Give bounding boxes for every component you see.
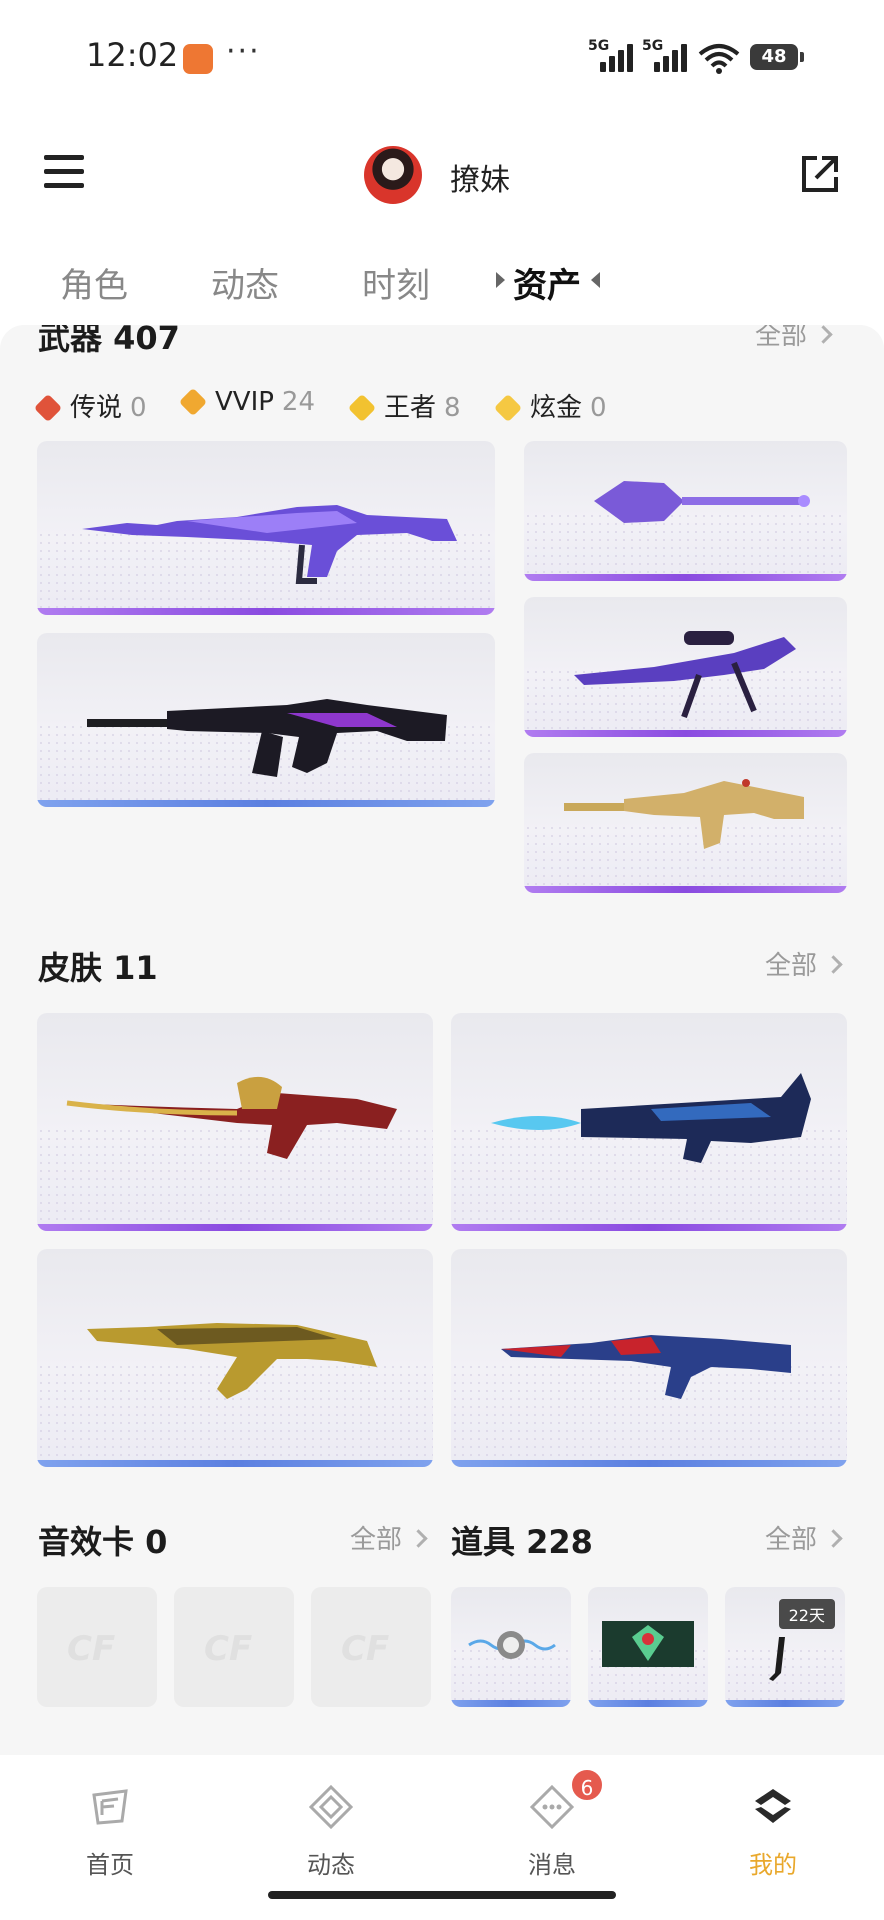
- clock: 12:02: [86, 36, 179, 74]
- rarity-legend: 传说 0: [33, 387, 147, 423]
- purple-rifle-image: [82, 505, 457, 584]
- signal-5g-icon: 5G: [588, 38, 638, 72]
- tab-indicator-left-icon: [496, 272, 505, 288]
- rarity-king: 王者 8: [347, 387, 461, 423]
- m4-rifle-image: [87, 699, 447, 777]
- nav-profile[interactable]: 我的: [718, 1775, 828, 1885]
- weapon-card-m4[interactable]: [37, 633, 495, 807]
- items-title: 道具 228: [451, 1523, 593, 1561]
- sound-card-placeholder: CF: [174, 1587, 294, 1707]
- dragon-ak-image: [66, 1076, 397, 1159]
- flag-ak-image: [501, 1335, 791, 1399]
- items-all-link[interactable]: 全部: [765, 1519, 840, 1556]
- voice-item-image: [468, 1631, 556, 1659]
- sound-cards-title: 音效卡 0: [38, 1523, 168, 1561]
- sound-card-placeholder: CF: [37, 1587, 157, 1707]
- purple-sniper-image: [574, 631, 796, 719]
- message-icon: [530, 1785, 574, 1829]
- rarity-vvip: VVIP 24: [178, 387, 315, 423]
- days-badge: 22天: [778, 1599, 835, 1629]
- tab-moments[interactable]: 时刻: [362, 258, 430, 307]
- gold-ak-image: [87, 1323, 377, 1399]
- blue-launcher-image: [491, 1073, 811, 1163]
- app-notification-icon: [183, 44, 213, 74]
- diamond-feed-icon: [309, 1785, 353, 1829]
- item-card-timed[interactable]: 22天: [725, 1587, 845, 1707]
- skin-card-flag-ak[interactable]: [451, 1249, 847, 1467]
- cf-logo-icon: CF: [341, 1629, 390, 1669]
- purple-shovel-image: [594, 481, 810, 523]
- avatar[interactable]: [364, 146, 422, 204]
- signal-5g-icon: 5G: [642, 38, 692, 72]
- skins-all-link[interactable]: 全部: [765, 945, 840, 982]
- tab-feed[interactable]: 动态: [211, 258, 279, 307]
- assets-panel: 武器 407 全部 传说 0 VVIP 24 王者 8 炫金 0 皮肤 11 全…: [0, 325, 884, 1755]
- rarity-gold: 炫金 0: [493, 387, 607, 423]
- nav-home[interactable]: 首页: [55, 1775, 165, 1885]
- gold-icon: [493, 393, 523, 423]
- nav-messages-label: 消息: [528, 1851, 576, 1879]
- item-card-voice[interactable]: [451, 1587, 571, 1707]
- weapons-title: 武器 407: [38, 325, 180, 357]
- nav-home-label: 首页: [86, 1851, 134, 1879]
- sound-cards-all-link[interactable]: 全部: [350, 1519, 425, 1556]
- cf-logo-icon: CF: [204, 1629, 253, 1669]
- tab-assets[interactable]: 资产: [513, 258, 581, 307]
- weapon-card-shovel[interactable]: [524, 441, 847, 581]
- legend-icon: [33, 393, 63, 423]
- badge-item-image: [602, 1621, 694, 1667]
- tab-role[interactable]: 角色: [60, 258, 128, 307]
- battery-icon: 48: [750, 44, 804, 70]
- weapon-card-rifle-purple[interactable]: [37, 441, 495, 615]
- vvip-icon: [178, 387, 208, 417]
- skin-card-dragon-ak[interactable]: [37, 1013, 433, 1231]
- nav-feed-label: 动态: [307, 1851, 355, 1879]
- king-icon: [347, 393, 377, 423]
- status-bar: 12:02 ··· 5G 5G 48: [0, 0, 884, 110]
- nickname: 撩妹: [450, 163, 510, 198]
- skins-title: 皮肤 11: [38, 949, 158, 987]
- weapons-all-link[interactable]: 全部: [755, 325, 830, 352]
- wifi-icon: [698, 44, 740, 74]
- message-count-badge: 6: [569, 1767, 605, 1803]
- nav-messages[interactable]: 6 消息: [497, 1767, 607, 1885]
- cf-home-icon: [92, 1789, 128, 1825]
- item-card-badge[interactable]: [588, 1587, 708, 1707]
- nav-feed[interactable]: 动态: [276, 1775, 386, 1885]
- profile-tabs: 角色 动态 时刻 资产: [0, 250, 884, 320]
- menu-icon[interactable]: [44, 155, 84, 189]
- skin-card-blue-launcher[interactable]: [451, 1013, 847, 1231]
- weapon-card-sniper[interactable]: [524, 597, 847, 737]
- home-indicator[interactable]: [268, 1891, 616, 1899]
- nav-profile-label: 我的: [749, 1851, 797, 1879]
- profile-header: 撩妹: [0, 130, 884, 220]
- cf-logo-icon: CF: [67, 1629, 116, 1669]
- tab-indicator-right-icon: [591, 272, 600, 288]
- share-icon[interactable]: [800, 154, 840, 194]
- more-notifications-icon: ···: [226, 34, 261, 69]
- profile-icon: [755, 1789, 791, 1823]
- gold-rifle-image: [564, 779, 804, 849]
- sound-card-placeholder: CF: [311, 1587, 431, 1707]
- skin-card-gold-ak[interactable]: [37, 1249, 433, 1467]
- weapon-card-gold-m4[interactable]: [524, 753, 847, 893]
